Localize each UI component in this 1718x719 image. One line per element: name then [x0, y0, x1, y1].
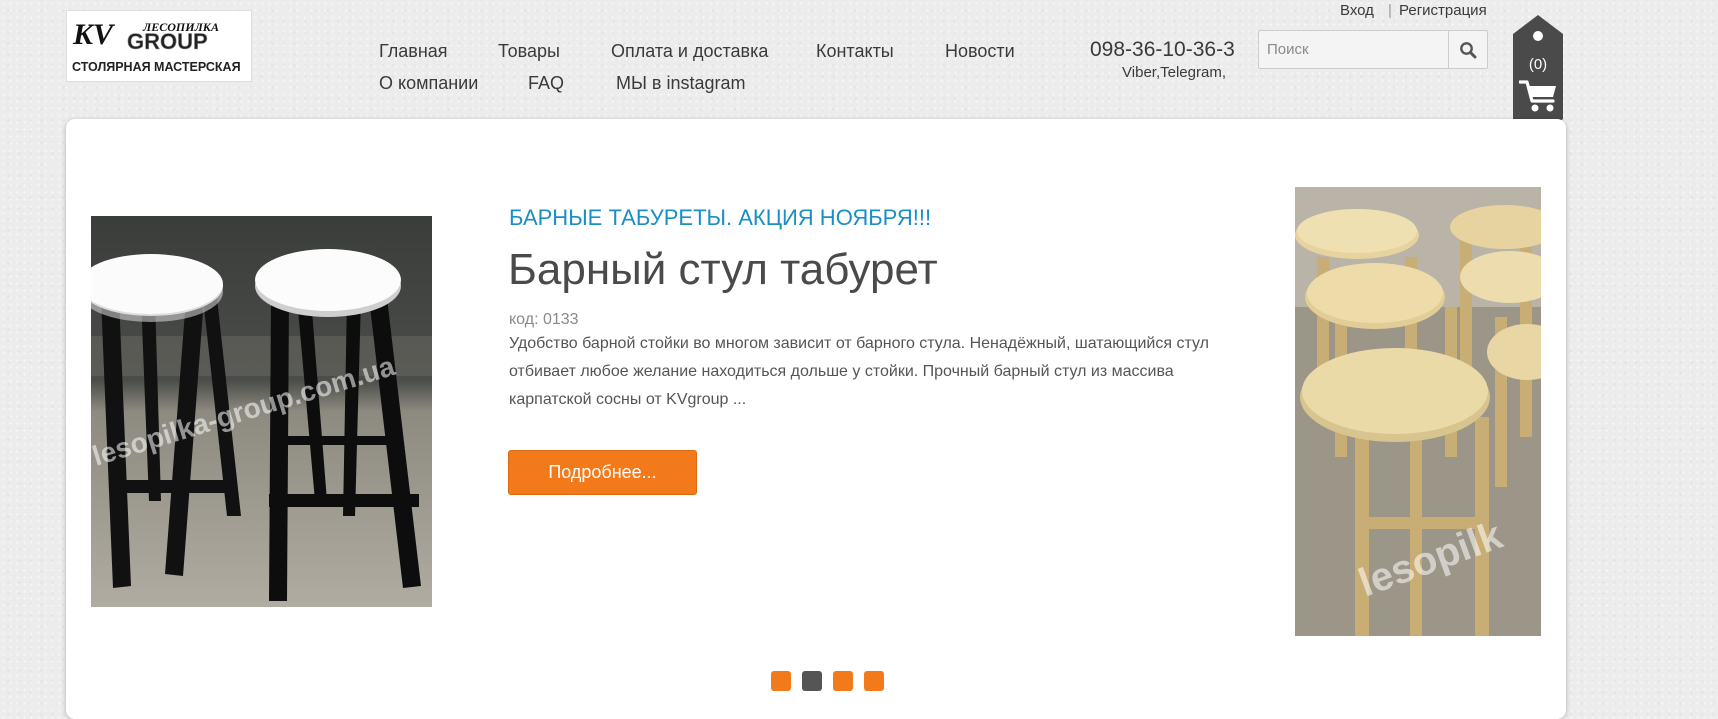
- logo-bottom-text: СТОЛЯРНАЯ МАСТЕРСКАЯ: [72, 60, 241, 74]
- slide-description: Удобство барной стойки во многом зависит…: [509, 335, 1209, 408]
- login-link[interactable]: Вход: [1340, 2, 1374, 19]
- pine-stools-photo: lesopilk: [1295, 187, 1567, 636]
- nav-payment-delivery[interactable]: Оплата и доставка: [611, 41, 768, 62]
- slider-dot-1[interactable]: [771, 671, 791, 691]
- slider-dot-2[interactable]: [802, 671, 822, 691]
- nav-about[interactable]: О компании: [379, 73, 478, 94]
- logo-kv: KV: [72, 18, 116, 51]
- search-box: [1258, 30, 1488, 69]
- slide-image-pine-stools[interactable]: lesopilk: [1295, 187, 1567, 636]
- auth-separator: |: [1388, 2, 1392, 19]
- search-input[interactable]: [1259, 31, 1449, 68]
- nav-faq[interactable]: FAQ: [528, 73, 564, 94]
- more-details-button[interactable]: Подробнее...: [508, 450, 697, 495]
- slide-title: Барный стул табурет: [508, 245, 938, 294]
- logo-group: GROUP: [127, 29, 208, 54]
- slide-image-black-stools[interactable]: lesopilka-group.com.ua: [79, 216, 432, 607]
- phone-messengers: Viber,Telegram,: [1122, 64, 1226, 81]
- slider-dot-4[interactable]: [864, 671, 884, 691]
- nav-home[interactable]: Главная: [379, 41, 448, 62]
- slide-subtitle[interactable]: БАРНЫЕ ТАБУРЕТЫ. АКЦИЯ НОЯБРЯ!!!: [509, 205, 931, 231]
- site-logo[interactable]: KV ЛЕСОПИЛКА GROUP СТОЛЯРНАЯ МАСТЕРСКАЯ: [66, 10, 252, 82]
- search-button[interactable]: [1448, 31, 1487, 68]
- slider-dot-3[interactable]: [833, 671, 853, 691]
- search-icon: [1460, 41, 1477, 58]
- cart-icon: [1519, 80, 1556, 112]
- logo-graphic: KV ЛЕСОПИЛКА GROUP СТОЛЯРНАЯ МАСТЕРСКАЯ: [72, 18, 241, 74]
- black-stools-photo: lesopilka-group.com.ua: [79, 216, 432, 607]
- nav-instagram[interactable]: МЫ в instagram: [616, 73, 746, 94]
- cart-button[interactable]: (0): [1512, 14, 1564, 120]
- product-code: код: 0133: [509, 311, 579, 328]
- phone-number[interactable]: 098-36-10-36-3: [1090, 38, 1235, 62]
- nav-contacts[interactable]: Контакты: [816, 41, 894, 62]
- nav-products[interactable]: Товары: [498, 41, 560, 62]
- cart-count: (0): [1528, 56, 1548, 73]
- nav-news[interactable]: Новости: [945, 41, 1015, 62]
- register-link[interactable]: Регистрация: [1399, 2, 1487, 19]
